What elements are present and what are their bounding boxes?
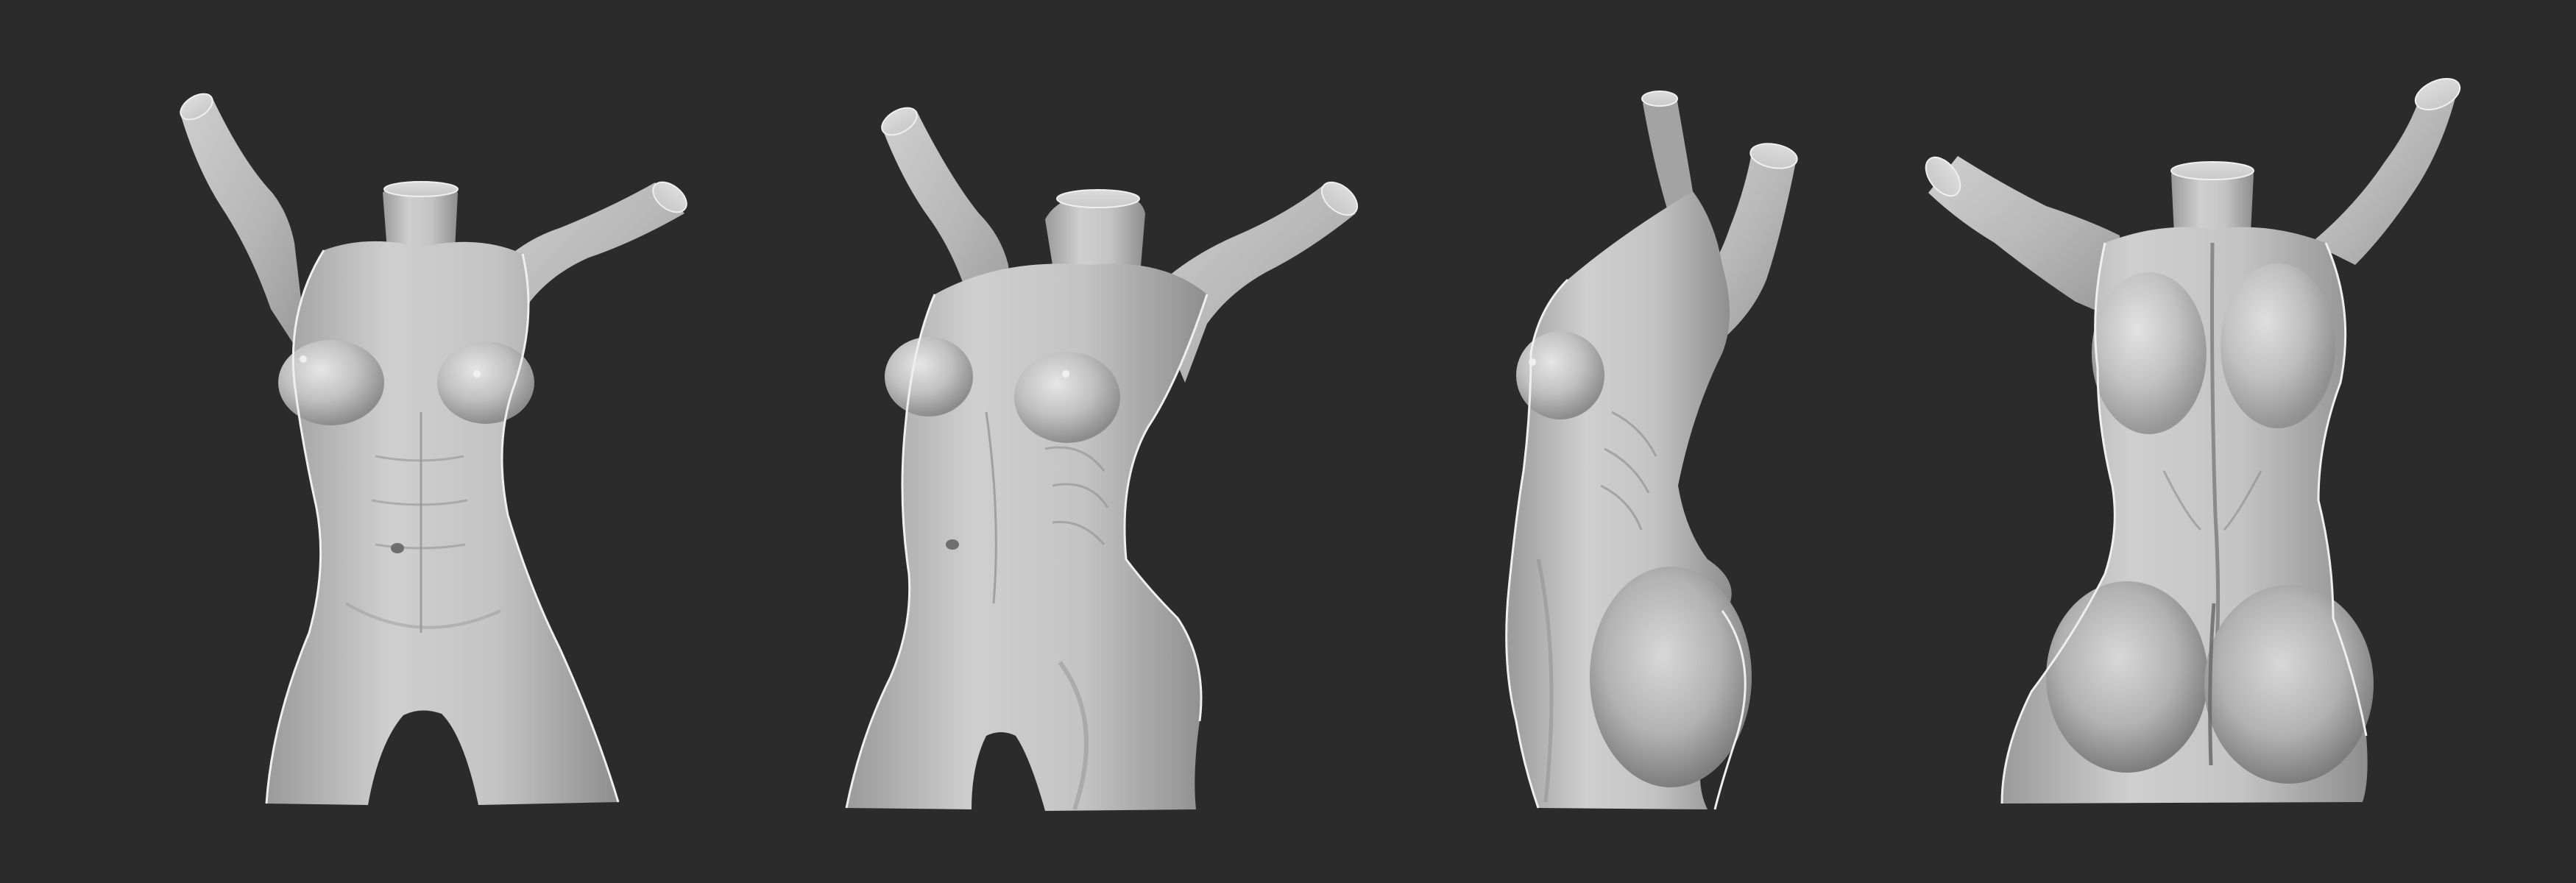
torso-front-view: [180, 93, 687, 805]
sculpt-viewport[interactable]: [0, 0, 2576, 883]
torso-side-view: [1505, 91, 1798, 810]
torso-render-stage: [180, 78, 2461, 811]
torso-back-view: [1925, 78, 2461, 804]
torso-three-quarter-view: [845, 107, 1359, 811]
